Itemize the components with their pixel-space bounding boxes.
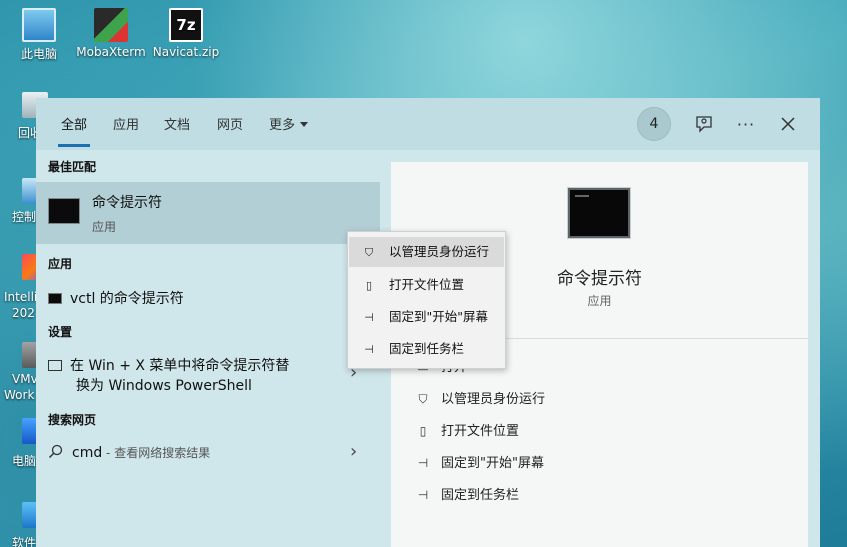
section-settings: 设置 [48, 325, 73, 339]
monitor-icon [22, 8, 56, 42]
7z-archive-icon: 7z [169, 8, 203, 42]
pin-icon: ⊣ [417, 488, 429, 502]
settings-result[interactable]: 在 Win + X 菜单中将命令提示符替 换为 Windows PowerShe… [48, 356, 289, 396]
ctx-open-file-location[interactable]: ▯ 打开文件位置 [349, 270, 504, 300]
ctx-label: 固定到任务栏 [389, 341, 465, 356]
file-icon: ▯ [365, 279, 373, 292]
section-best-match: 最佳匹配 [48, 160, 97, 174]
web-search-result[interactable]: cmd - 查看网络搜索结果 [48, 444, 210, 461]
context-menu: ⛉ 以管理员身份运行 ▯ 打开文件位置 ⊣ 固定到"开始"屏幕 ⊣ 固定到任务栏 [347, 231, 506, 369]
desktop-edge-label: 电脑 [12, 454, 37, 468]
ctx-pin-to-taskbar[interactable]: ⊣ 固定到任务栏 [349, 334, 504, 364]
chevron-right-icon[interactable]: › [350, 441, 357, 462]
desktop-icon-label: MobaXterm [76, 45, 146, 59]
ctx-label: 打开文件位置 [389, 277, 465, 292]
desktop-edge-label: 控制 [12, 210, 37, 224]
settings-icon [48, 360, 62, 371]
desktop-icon-navicat-zip[interactable]: 7z Navicat.zip [149, 8, 223, 59]
section-web: 搜索网页 [48, 413, 97, 427]
section-apps: 应用 [48, 257, 73, 271]
desktop-edge-label: 软件 [12, 536, 37, 547]
desktop-icon-mobaxterm[interactable]: MobaXterm [74, 8, 148, 59]
pin-icon: ⊣ [364, 343, 374, 356]
desktop-edge-label: Intelli [4, 290, 38, 304]
ellipsis-icon: ··· [736, 114, 756, 134]
cmd-large-icon [568, 188, 630, 238]
app-result-vctl[interactable]: vctl 的命令提示符 [48, 288, 184, 308]
ctx-label: 以管理员身份运行 [389, 244, 490, 259]
desktop-edge-label: VMv [12, 372, 38, 386]
action-label: 固定到"开始"屏幕 [441, 456, 544, 471]
action-open-file-location[interactable]: ▯ 打开文件位置 [415, 420, 519, 439]
tab-all[interactable]: 全部 [61, 114, 87, 133]
tab-web[interactable]: 网页 [217, 114, 243, 133]
close-button[interactable] [776, 112, 800, 136]
mobaxterm-icon [94, 8, 128, 42]
desktop-icon-label: Navicat.zip [152, 45, 220, 59]
web-query-suffix: - 查看网络搜索结果 [102, 446, 211, 460]
cmd-icon [48, 198, 80, 224]
action-label: 打开文件位置 [441, 424, 520, 439]
pin-icon: ⊣ [417, 456, 429, 470]
action-pin-to-taskbar[interactable]: ⊣ 固定到任务栏 [415, 484, 519, 503]
action-run-as-admin[interactable]: ⛉ 以管理员身份运行 [415, 388, 545, 407]
best-match-item[interactable]: 命令提示符 应用 [36, 182, 380, 244]
tab-documents[interactable]: 文档 [164, 114, 190, 133]
feedback-icon [696, 116, 712, 133]
caret-down-icon [300, 122, 309, 127]
desktop-edge-label: Work [4, 388, 35, 402]
action-label: 固定到任务栏 [441, 488, 520, 503]
tab-more-label: 更多 [269, 118, 296, 133]
action-label: 以管理员身份运行 [441, 392, 546, 407]
cmd-icon [48, 293, 62, 304]
best-match-title: 命令提示符 [92, 195, 162, 211]
rewards-badge[interactable]: 4 [637, 107, 671, 141]
app-result-label: vctl 的命令提示符 [70, 291, 184, 307]
tab-more[interactable]: 更多 [269, 114, 309, 133]
web-query: cmd [72, 445, 103, 461]
settings-result-line2: 换为 Windows PowerShell [76, 378, 252, 394]
search-tabs-bar: 全部 应用 文档 网页 更多 4 ··· [36, 98, 820, 150]
file-icon: ▯ [419, 424, 427, 438]
shield-icon: ⛉ [364, 246, 374, 259]
close-icon [781, 117, 795, 131]
desktop-icon-label: 此电脑 [20, 47, 57, 61]
active-tab-indicator [58, 144, 90, 147]
desktop-icon-this-pc[interactable]: 此电脑 [2, 8, 76, 62]
more-options-button[interactable]: ··· [734, 112, 758, 136]
ctx-run-as-admin[interactable]: ⛉ 以管理员身份运行 [349, 237, 504, 267]
ctx-label: 固定到"开始"屏幕 [389, 309, 488, 324]
pin-icon: ⊣ [364, 311, 374, 324]
search-icon [48, 444, 63, 459]
ctx-pin-to-start[interactable]: ⊣ 固定到"开始"屏幕 [349, 302, 504, 332]
action-pin-to-start[interactable]: ⊣ 固定到"开始"屏幕 [415, 452, 544, 471]
desktop-edge-label: 202 [12, 306, 35, 320]
feedback-button[interactable] [692, 112, 716, 136]
tab-apps[interactable]: 应用 [113, 114, 139, 133]
shield-icon: ⛉ [418, 392, 428, 406]
settings-result-line1: 在 Win + X 菜单中将命令提示符替 [70, 358, 290, 374]
best-match-subtitle: 应用 [92, 220, 117, 234]
